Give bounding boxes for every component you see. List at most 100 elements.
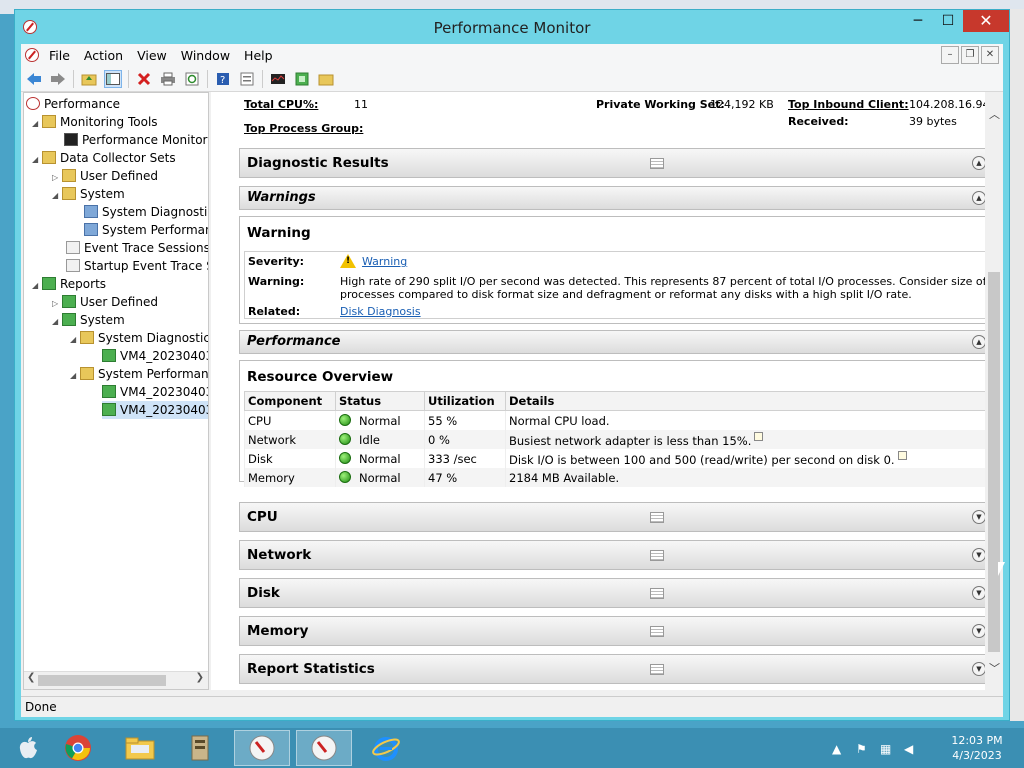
tree-item-dcs-system-performance[interactable]: System Performanc xyxy=(84,221,208,239)
tree-item-reports[interactable]: ◢ Reports xyxy=(32,275,106,293)
section-network[interactable]: Network ▼ xyxy=(239,540,999,570)
column-header-status[interactable]: Status xyxy=(335,391,425,411)
scroll-up-icon[interactable]: ︿ xyxy=(989,106,1000,122)
section-cpu[interactable]: CPU ▼ xyxy=(239,502,999,532)
menu-action[interactable]: Action xyxy=(80,48,133,63)
note-icon[interactable] xyxy=(897,450,907,460)
title-bar[interactable]: Performance Monitor ─ ☐ ✕ xyxy=(15,10,1009,44)
column-header-details[interactable]: Details xyxy=(505,391,994,411)
table-view-icon[interactable] xyxy=(650,512,664,523)
menu-file[interactable]: File xyxy=(45,48,80,63)
mdi-close-button[interactable]: ✕ xyxy=(981,46,999,64)
refresh-icon[interactable] xyxy=(183,70,201,88)
tree-item-rep-system[interactable]: ◢ System xyxy=(52,311,125,329)
network-icon[interactable]: ▦ xyxy=(880,742,891,756)
table-view-icon[interactable] xyxy=(650,158,664,169)
system-menu-icon[interactable] xyxy=(25,48,39,62)
tree-item-monitoring-tools[interactable]: ◢ Monitoring Tools xyxy=(32,113,158,131)
volume-muted-icon[interactable]: ◀ xyxy=(904,742,913,756)
taskbar-file-explorer[interactable] xyxy=(112,730,168,766)
section-report-statistics[interactable]: Report Statistics ▼ xyxy=(239,654,999,684)
collapse-arrow-icon[interactable]: ◢ xyxy=(32,151,42,169)
section-warnings[interactable]: Warnings ▲ xyxy=(239,186,999,210)
menu-help[interactable]: Help xyxy=(240,48,283,63)
collapse-arrow-icon[interactable]: ◢ xyxy=(32,115,42,133)
expand-chevron-icon[interactable]: ▼ xyxy=(972,624,986,638)
taskbar-performance-monitor-2[interactable] xyxy=(296,730,352,766)
tree-item-rep-system-performance[interactable]: ◢ System Performanc xyxy=(70,365,208,385)
tree-item-rep-perf-vm4-1[interactable]: VM4_20230403-0 xyxy=(102,383,208,401)
tree-item-data-collector-sets[interactable]: ◢ Data Collector Sets xyxy=(32,149,176,167)
tree-item-performance-monitor[interactable]: Performance Monitor xyxy=(64,131,207,149)
column-header-utilization[interactable]: Utilization xyxy=(424,391,506,411)
tree-item-performance[interactable]: Performance xyxy=(26,95,120,113)
start-button[interactable] xyxy=(0,730,56,766)
clock[interactable]: 12:03 PM 4/3/2023 xyxy=(942,733,1012,763)
collapse-arrow-icon[interactable]: ◢ xyxy=(70,367,80,385)
tree-item-rep-diag-vm4[interactable]: VM4_20230403-0 xyxy=(102,347,208,365)
taskbar-app[interactable] xyxy=(172,730,228,766)
tree-item-rep-user-defined[interactable]: ▷ User Defined xyxy=(52,293,158,311)
up-folder-icon[interactable] xyxy=(80,70,98,88)
collapse-arrow-icon[interactable]: ◢ xyxy=(32,277,42,295)
note-icon[interactable] xyxy=(754,431,764,441)
tree-item-startup-event-trace[interactable]: Startup Event Trace Ses xyxy=(66,257,208,275)
tree-item-dcs-system[interactable]: ◢ System xyxy=(52,185,125,203)
scroll-right-icon[interactable]: ❯ xyxy=(196,672,204,683)
expand-chevron-icon[interactable]: ▼ xyxy=(972,510,986,524)
table-view-icon[interactable] xyxy=(650,550,664,561)
column-header-component[interactable]: Component xyxy=(244,391,336,411)
taskbar-performance-monitor-1[interactable] xyxy=(234,730,290,766)
mdi-minimize-button[interactable]: – xyxy=(941,46,959,64)
monitor-icon[interactable] xyxy=(269,70,287,88)
collapse-chevron-icon[interactable]: ▲ xyxy=(972,191,986,205)
collapse-arrow-icon[interactable]: ◢ xyxy=(52,187,62,205)
show-hide-tree-icon[interactable] xyxy=(104,69,122,88)
tree-item-dcs-system-diagnostics[interactable]: System Diagnostics xyxy=(84,203,208,221)
collapse-chevron-icon[interactable]: ▲ xyxy=(972,156,986,170)
scroll-left-icon[interactable]: ❮ xyxy=(27,672,35,683)
collapse-chevron-icon[interactable]: ▲ xyxy=(972,335,986,349)
section-diagnostic-results[interactable]: Diagnostic Results ▲ xyxy=(239,148,999,178)
print-icon[interactable] xyxy=(159,70,177,88)
section-memory[interactable]: Memory ▼ xyxy=(239,616,999,646)
expand-chevron-icon[interactable]: ▼ xyxy=(972,548,986,562)
help-icon[interactable]: ? xyxy=(214,70,232,88)
close-button[interactable]: ✕ xyxy=(963,10,1009,32)
folder-icon[interactable] xyxy=(317,70,335,88)
content-vertical-scrollbar[interactable]: ︿ ﹀ xyxy=(985,92,1003,690)
menu-window[interactable]: Window xyxy=(177,48,240,63)
table-view-icon[interactable] xyxy=(650,588,664,599)
table-view-icon[interactable] xyxy=(650,664,664,675)
back-arrow-icon[interactable] xyxy=(25,70,43,88)
expand-chevron-icon[interactable]: ▼ xyxy=(972,662,986,676)
tree-item-rep-system-diagnostics[interactable]: ◢ System Diagnostics xyxy=(70,329,208,349)
report-icon[interactable] xyxy=(293,70,311,88)
taskbar-internet-explorer[interactable] xyxy=(358,730,414,766)
delete-icon[interactable] xyxy=(135,70,153,88)
section-performance[interactable]: Performance ▲ xyxy=(239,330,999,354)
collapse-arrow-icon[interactable]: ◢ xyxy=(70,331,80,349)
properties-icon[interactable] xyxy=(238,70,256,88)
mdi-restore-button[interactable]: ❐ xyxy=(961,46,979,64)
collapse-arrow-icon[interactable]: ◢ xyxy=(52,313,62,331)
disk-diagnosis-link[interactable]: Disk Diagnosis xyxy=(340,305,421,318)
action-center-flag-icon[interactable]: ⚑ xyxy=(856,742,867,756)
table-view-icon[interactable] xyxy=(650,626,664,637)
forward-arrow-icon[interactable] xyxy=(49,70,67,88)
scroll-down-icon[interactable]: ﹀ xyxy=(989,660,1000,676)
tree-item-dcs-user-defined[interactable]: ▷ User Defined xyxy=(52,167,158,185)
tree-item-rep-perf-vm4-2[interactable]: VM4_20230403-0 xyxy=(102,401,208,419)
minimize-button[interactable]: ─ xyxy=(903,10,933,32)
expand-chevron-icon[interactable]: ▼ xyxy=(972,586,986,600)
scrollbar-thumb[interactable] xyxy=(988,272,1000,652)
tree-horizontal-scrollbar[interactable]: ❮ ❯ xyxy=(24,671,208,689)
scrollbar-thumb[interactable] xyxy=(38,675,166,686)
maximize-button[interactable]: ☐ xyxy=(933,10,963,32)
menu-view[interactable]: View xyxy=(133,48,177,63)
section-disk[interactable]: Disk ▼ xyxy=(239,578,999,608)
tree-item-event-trace-sessions[interactable]: Event Trace Sessions xyxy=(66,239,208,257)
severity-link[interactable]: Warning xyxy=(362,255,407,268)
taskbar-chrome[interactable] xyxy=(50,730,106,766)
show-hidden-icons-icon[interactable]: ▲ xyxy=(832,742,841,756)
